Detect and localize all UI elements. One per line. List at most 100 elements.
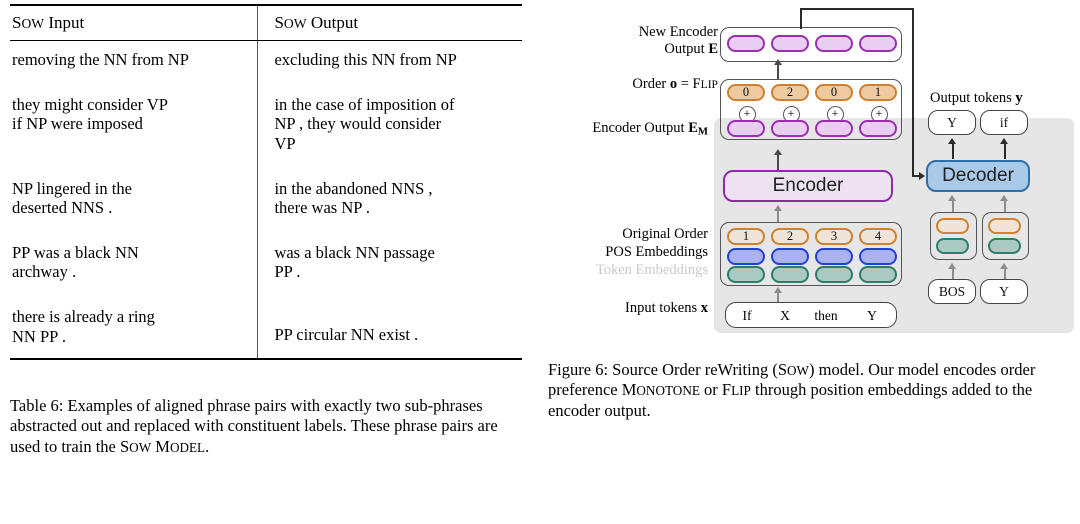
table-cell-output-line: in the abandoned NNS , [274,178,433,198]
encoder-module[interactable]: Encoder [723,170,893,202]
new-encoder-output-pill-4 [859,35,897,52]
arrow-decoder-to-outY-line [952,142,954,159]
encoder-output-pill-2 [771,120,809,137]
order-pill-4: 1 [859,84,897,101]
arrow-encoder-to-output-head [773,149,782,155]
figure-caption-flip: FLIP [721,380,751,400]
new-encoder-output-pill-2 [771,35,809,52]
label-input-tokens: Input tokens x [558,300,708,317]
table-cell-output: in the abandoned NNS , there was NP . [260,163,522,227]
input-token-2: X [780,308,790,323]
table-header-output: SOW Output [260,6,522,40]
figure-caption: Figure 6: Source Order reWriting (SOW) m… [548,360,1076,421]
table-header-input: SOW Input [10,6,258,40]
table-cell-output: excluding this NN from NP [260,41,522,79]
feedback-stub-up [800,8,802,29]
label-new-encoder-output-line1: New Encoder [638,24,718,40]
pos-embedding-pill-1 [727,248,765,265]
encoder-output-pill-4 [859,120,897,137]
arrow-decemb-to-decoder-head-1 [948,195,957,201]
original-order-pill-2: 2 [771,228,809,245]
arrow-embeddings-to-encoder-head [773,205,782,211]
table-row: they might consider VP if NP were imposed… [10,78,522,163]
table-cell-output-line: in the case of imposition of [274,94,455,114]
output-token-2: if [980,110,1028,135]
table-cell-input: there is already a ring NN PP . [10,291,258,358]
table-cell-output-line: there was NP . [274,198,371,218]
table-header-output-label: SOW Output [274,13,359,32]
table-cell-input-line: if NP were imposed [12,114,143,134]
table-rule-bottom [10,358,522,361]
label-E-symbol: E [708,41,718,58]
sow-model-diagram: New Encoder Output E Order o = FLIP Enco… [548,0,1080,352]
table-header-grid: SOW Input SOW Output [10,6,522,40]
arrow-decemb-to-decoder-head-2 [1000,195,1009,201]
original-order-pill-3: 3 [815,228,853,245]
table-cell-input-line: PP was a black NN [12,242,139,262]
label-token-embeddings: Token Embeddings [558,262,708,279]
label-input-tokens-text: Input tokens [625,300,698,316]
feedback-top-horizontal [800,8,914,10]
decoder-token-pill-1 [936,238,969,254]
table-cell-output-line: VP [274,133,296,153]
table-cell-output-line: NP , they would consider [274,114,442,134]
label-new-encoder-output-line2: Output E [664,41,718,57]
figure-caption-monotone: MONOTONE [621,380,700,400]
page-root: SOW Input SOW Output removing the NN fro… [0,0,1080,524]
decoder-input-2: Y [980,279,1028,304]
table-cell-input-line: they might consider VP [12,94,168,114]
arrow-order-to-new-output-head [773,59,782,65]
figure-caption-part3: or [699,380,722,400]
pos-embedding-pill-3 [815,248,853,265]
label-order-word: Order [632,76,667,92]
input-token-3: then [814,308,838,323]
table-body: removing the NN from NP excluding this NN… [10,41,522,359]
figure-caption-sow: SOW [777,360,809,379]
table-cell-output-line: PP circular NN exist . [274,325,419,344]
table-caption-sow-model: SOW MODEL. [119,436,210,456]
label-pos-embeddings: POS Embeddings [558,244,708,261]
table-column: SOW Input SOW Output removing the NN fro… [0,0,540,524]
arrow-bos-to-emb-head [948,263,957,269]
table-cell-input: PP was a black NN archway . [10,227,258,291]
feedback-right-vertical [912,8,914,176]
pos-embedding-pill-4 [859,248,897,265]
new-encoder-output-pill-3 [815,35,853,52]
label-new-encoder-output: New Encoder Output E [568,24,718,58]
encoder-output-pill-1 [727,120,765,137]
decoder-module[interactable]: Decoder [926,160,1030,192]
table-header-row: SOW Input SOW Output [10,6,522,40]
label-output-word: Output [664,41,705,58]
new-encoder-output-pill-1 [727,35,765,52]
table-row: removing the NN from NP excluding this NN… [10,41,522,79]
table-cell-input-line: removing the NN from NP [12,50,189,69]
label-pos-embeddings-text: POS Embeddings [605,244,708,260]
table-row: NP lingered in the deserted NNS . in the a… [10,162,522,227]
input-token-1: If [742,308,752,323]
input-token-4: Y [867,308,877,323]
decoder-input-1: BOS [928,279,976,304]
token-embedding-pill-1 [727,266,765,283]
table-cell-output-line: excluding this NN from NP [274,50,457,69]
table-cell-input-line: NP lingered in the [12,178,132,198]
table-cell-input: NP lingered in the deserted NNS . [10,163,258,227]
label-flip-value: FLIP [692,76,718,92]
figure-caption-part1: Figure 6: Source Order reWriting ( [548,360,778,379]
label-x-symbol: x [700,300,708,316]
output-token-1: Y [928,110,976,135]
label-EM-subscript: M [697,125,708,138]
table-cell-input-line: NN PP . [12,326,66,346]
label-encoder-output-text: Encoder Output [592,120,685,136]
table-row: PP was a black NN archway . was a black NN… [10,226,522,291]
table-cell-input: they might consider VP if NP were imposed [10,79,258,163]
table-cell-input-line: deserted NNS . [12,198,113,218]
table-cell-input-line: there is already a ring [12,307,155,326]
token-embedding-pill-2 [771,266,809,283]
arrow-y-to-emb-head [1000,263,1009,269]
label-order-flip: Order o = FLIP [568,76,718,93]
label-o-symbol: o [669,76,678,92]
label-output-tokens-text: Output tokens [930,90,1012,106]
original-order-pill-4: 4 [859,228,897,245]
sow-examples-table: SOW Input SOW Output removing the NN fro… [10,4,522,361]
token-embedding-pill-4 [859,266,897,283]
